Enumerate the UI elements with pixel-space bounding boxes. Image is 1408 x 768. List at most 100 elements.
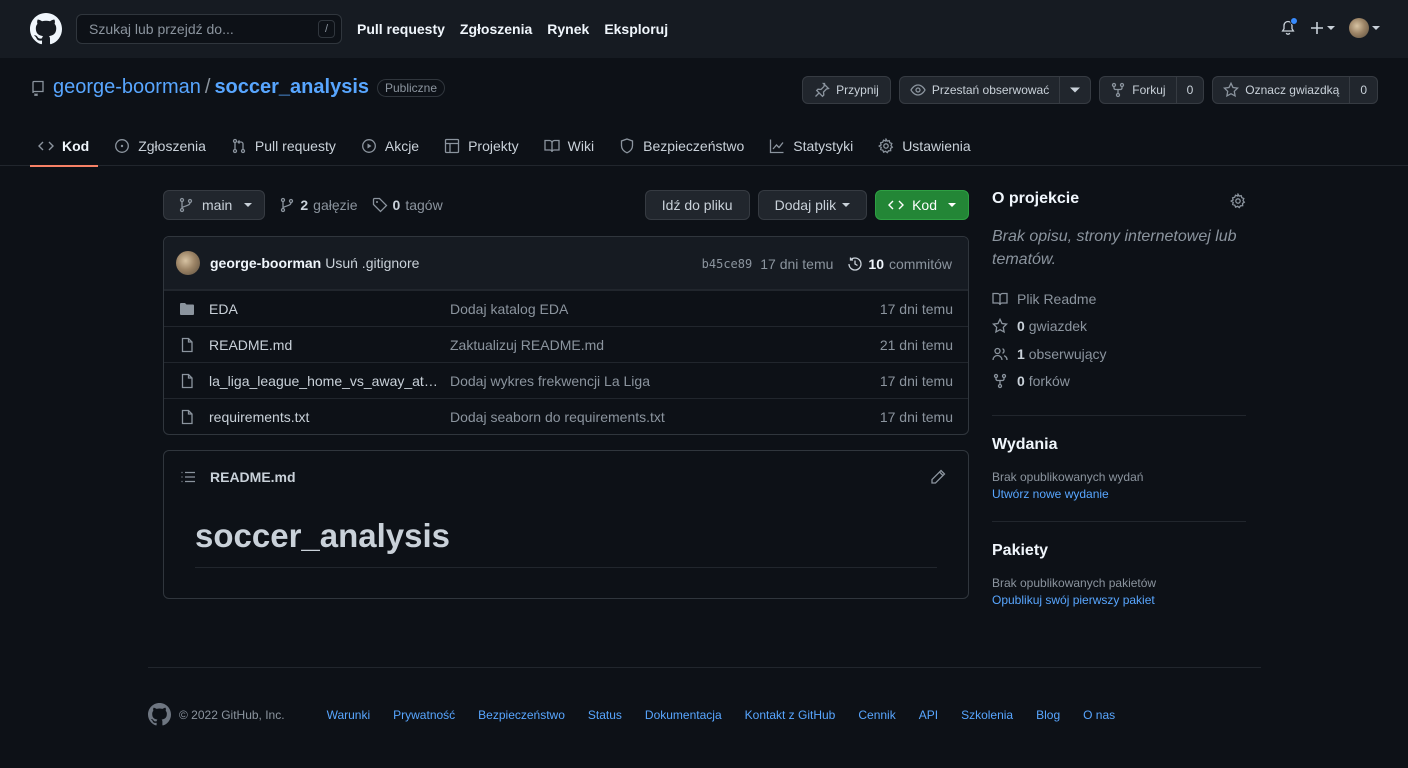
tab-issues-label: Zgłoszenia bbox=[138, 138, 206, 154]
file-row[interactable]: requirements.txt Dodaj seaborn do requir… bbox=[164, 398, 968, 434]
file-age: 17 dni temu bbox=[879, 300, 953, 317]
tab-actions[interactable]: Akcje bbox=[353, 126, 428, 166]
repo-owner-link[interactable]: george-boorman bbox=[53, 76, 201, 99]
graph-icon bbox=[770, 139, 784, 154]
star-count[interactable]: 0 bbox=[1350, 76, 1378, 104]
go-to-file-button[interactable]: Idź do pliku bbox=[644, 190, 750, 220]
issue-opened-icon bbox=[115, 139, 130, 153]
notifications-button[interactable] bbox=[1280, 17, 1298, 36]
create-new-menu[interactable] bbox=[1310, 21, 1335, 35]
pencil-icon[interactable] bbox=[930, 469, 946, 485]
footer-link-api[interactable]: API bbox=[919, 708, 938, 722]
add-file-button[interactable]: Dodaj plik bbox=[757, 190, 868, 220]
caret-down-icon bbox=[842, 203, 851, 207]
code-button[interactable]: Kod bbox=[875, 190, 969, 220]
tab-pull-requests[interactable]: Pull requesty bbox=[223, 126, 345, 166]
star-button-group: Oznacz gwiazdką 0 bbox=[1212, 76, 1378, 104]
watch-button-group: Przestań obserwować bbox=[898, 76, 1092, 104]
gear-icon[interactable] bbox=[1230, 193, 1246, 209]
file-name-link[interactable]: EDA bbox=[209, 301, 441, 317]
releases-title[interactable]: Wydania bbox=[992, 436, 1246, 454]
create-release-link[interactable]: Utwórz nowe wydanie bbox=[992, 487, 1246, 501]
header-user-actions bbox=[1280, 17, 1380, 38]
watchers-link[interactable]: 1 obserwujący bbox=[992, 340, 1246, 368]
commit-message-link[interactable]: Usuń .gitignore bbox=[325, 255, 419, 271]
branch-selector[interactable]: main bbox=[163, 190, 266, 220]
file-commit-message[interactable]: Dodaj katalog EDA bbox=[450, 301, 568, 317]
nav-issues[interactable]: Zgłoszenia bbox=[460, 21, 532, 37]
commits-history-link[interactable]: 10 commitów bbox=[847, 256, 952, 272]
readme-filename-link[interactable]: README.md bbox=[210, 469, 296, 485]
github-logo-icon[interactable] bbox=[30, 13, 62, 45]
commits-count: 10 bbox=[868, 255, 884, 272]
file-commit-message[interactable]: Dodaj wykres frekwencji La Liga bbox=[450, 373, 650, 389]
nav-marketplace[interactable]: Rynek bbox=[547, 21, 589, 37]
tags-label: tagów bbox=[405, 197, 443, 213]
commit-author-avatar[interactable] bbox=[176, 251, 200, 275]
code-icon bbox=[888, 200, 905, 210]
tab-projects[interactable]: Projekty bbox=[436, 126, 528, 166]
search-shortcut-key: / bbox=[318, 20, 335, 38]
commit-author-link[interactable]: george-boorman bbox=[210, 255, 321, 271]
repository-header: george-boorman / soccer_analysis Publicz… bbox=[0, 58, 1408, 167]
footer-link-status[interactable]: Status bbox=[588, 708, 622, 722]
commit-meta: b45ce89 17 dni temu 10 commitów bbox=[702, 237, 952, 290]
watchers-label: obserwujący bbox=[1028, 345, 1107, 362]
watch-dropdown-button[interactable] bbox=[1060, 76, 1092, 104]
publish-package-link[interactable]: Opublikuj swój pierwszy pakiet bbox=[992, 593, 1246, 607]
play-icon bbox=[361, 139, 376, 153]
file-commit-message[interactable]: Dodaj seaborn do requirements.txt bbox=[450, 409, 665, 425]
branch-toolbar-actions: Idź do pliku Dodaj plik Kod bbox=[644, 190, 969, 220]
tab-insights[interactable]: Statystyki bbox=[761, 126, 862, 166]
tab-security[interactable]: Bezpieczeństwo bbox=[611, 126, 753, 166]
pin-button[interactable]: Przypnij bbox=[802, 76, 891, 104]
commits-label: commitów bbox=[888, 255, 952, 272]
branches-link[interactable]: 2 gałęzie bbox=[279, 197, 358, 213]
nav-explore[interactable]: Eksploruj bbox=[604, 21, 668, 37]
footer-link-security[interactable]: Bezpieczeństwo bbox=[478, 708, 565, 722]
tab-issues[interactable]: Zgłoszenia bbox=[106, 126, 215, 166]
file-name-link[interactable]: README.md bbox=[209, 337, 441, 353]
readme-link[interactable]: Plik Readme bbox=[992, 285, 1246, 313]
footer-link-blog[interactable]: Blog bbox=[1036, 708, 1060, 722]
list-unordered-icon[interactable] bbox=[180, 469, 196, 485]
add-file-label: Dodaj plik bbox=[774, 197, 837, 213]
footer-link-about[interactable]: O nas bbox=[1083, 708, 1115, 722]
commit-sha-link[interactable]: b45ce89 bbox=[702, 257, 753, 271]
file-row[interactable]: la_liga_league_home_vs_away_attendance D… bbox=[164, 362, 968, 398]
file-name-link[interactable]: requirements.txt bbox=[209, 409, 441, 425]
tags-link[interactable]: 0 tagów bbox=[372, 197, 443, 213]
visibility-badge: Publiczne bbox=[377, 78, 446, 97]
code-icon bbox=[38, 141, 54, 151]
forks-link[interactable]: 0 forków bbox=[992, 368, 1246, 396]
footer-link-pricing[interactable]: Cennik bbox=[858, 708, 895, 722]
file-commit-message[interactable]: Zaktualizuj README.md bbox=[450, 337, 604, 353]
site-footer: © 2022 GitHub, Inc. Warunki Prywatność B… bbox=[148, 703, 1138, 726]
file-name-link[interactable]: la_liga_league_home_vs_away_attendance bbox=[209, 373, 441, 389]
github-mark-icon[interactable] bbox=[148, 703, 171, 726]
fork-count[interactable]: 0 bbox=[1176, 76, 1205, 104]
packages-title[interactable]: Pakiety bbox=[992, 542, 1246, 560]
stars-link[interactable]: 0 gwiazdek bbox=[992, 313, 1246, 341]
tab-wiki[interactable]: Wiki bbox=[536, 126, 603, 166]
star-button[interactable]: Oznacz gwiazdką bbox=[1212, 76, 1351, 104]
user-menu[interactable] bbox=[1349, 18, 1380, 38]
file-age: 17 dni temu bbox=[879, 372, 953, 389]
tab-code[interactable]: Kod bbox=[30, 126, 99, 167]
plus-icon bbox=[1311, 22, 1323, 34]
nav-pull-requests[interactable]: Pull requesty bbox=[357, 21, 445, 37]
search-input[interactable]: Szukaj lub przejdź do... / bbox=[76, 14, 342, 44]
tab-settings[interactable]: Ustawienia bbox=[870, 126, 979, 166]
footer-link-contact[interactable]: Kontakt z GitHub bbox=[745, 708, 836, 722]
footer-link-training[interactable]: Szkolenia bbox=[961, 708, 1013, 722]
footer-link-docs[interactable]: Dokumentacja bbox=[645, 708, 722, 722]
repo-name-link[interactable]: soccer_analysis bbox=[214, 76, 369, 99]
fork-button[interactable]: Forkuj bbox=[1099, 76, 1177, 104]
branches-count: 2 bbox=[300, 197, 309, 213]
footer-link-terms[interactable]: Warunki bbox=[327, 708, 371, 722]
footer-link-privacy[interactable]: Prywatność bbox=[393, 708, 455, 722]
unwatch-button[interactable]: Przestań obserwować bbox=[898, 76, 1061, 104]
readme-panel: README.md soccer_analysis bbox=[163, 450, 969, 599]
file-row[interactable]: EDA Dodaj katalog EDA 17 dni temu bbox=[164, 290, 968, 326]
file-row[interactable]: README.md Zaktualizuj README.md 21 dni t… bbox=[164, 326, 968, 362]
